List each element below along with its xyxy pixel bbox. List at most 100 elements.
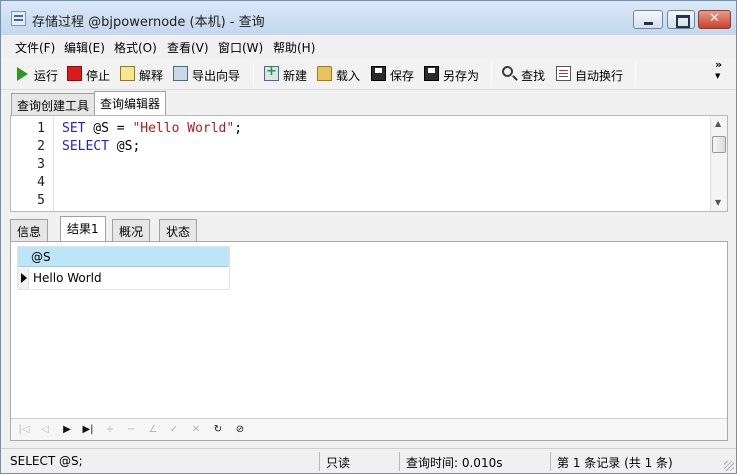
stop-refresh-icon[interactable]: ⊘: [233, 423, 247, 437]
table-cell[interactable]: Hello World: [33, 271, 102, 285]
discard-changes-icon[interactable]: ✕: [189, 423, 203, 437]
editor-tab-strip: 查询创建工具 查询编辑器: [1, 90, 736, 115]
explain-icon: [120, 66, 135, 81]
apply-changes-icon[interactable]: ✓: [167, 423, 181, 437]
menu-bar: 文件(F) 编辑(E) 格式(O) 查看(V) 窗口(W) 帮助(H): [1, 35, 736, 57]
maximize-button[interactable]: [667, 10, 695, 29]
export-wizard-icon: [173, 66, 188, 81]
sql-editor[interactable]: 1 2 3 4 5 SET @S = "Hello World"; SELECT…: [10, 115, 728, 212]
menu-format[interactable]: 格式(O): [114, 39, 157, 56]
chevron-double-right-icon: »: [715, 58, 723, 71]
tab-info[interactable]: 信息: [10, 219, 49, 241]
table-row[interactable]: Hello World: [18, 268, 229, 289]
find-label: 查找: [521, 69, 546, 83]
edit-record-icon[interactable]: ∠: [146, 423, 160, 437]
menu-help[interactable]: 帮助(H): [273, 39, 315, 56]
window-title: 存储过程 @bjpowernode (本机) - 查询: [32, 15, 265, 30]
code-line-1: SET @S = "Hello World";: [62, 121, 242, 136]
toolbar: 运行 停止 解释 导出向导 新建 载入 保存 另存为: [1, 58, 736, 90]
query-window: 存储过程 @bjpowernode (本机) - 查询 文件(F) 编辑(E) …: [0, 0, 737, 474]
current-row-arrow-icon: [18, 268, 29, 289]
status-bar: SELECT @S; 只读 查询时间: 0.010s 第 1 条记录 (共 1 …: [1, 448, 736, 473]
column-header-label: @S: [31, 250, 51, 264]
save-icon: [371, 66, 386, 81]
line-number: 3: [37, 157, 45, 172]
scroll-up-icon[interactable]: ▲: [715, 119, 721, 128]
results-panel: @S Hello World |◁ ◁ ▶ ▶| + − ∠ ✓ ✕ ↻ ⊘: [10, 241, 728, 441]
sql-terminator: ;: [234, 121, 243, 136]
add-record-icon[interactable]: +: [103, 423, 117, 437]
export-wizard-button[interactable]: 导出向导: [173, 66, 245, 84]
line-number: 1: [37, 121, 45, 136]
sql-string-literal: "Hello World": [132, 121, 235, 136]
run-label: 运行: [34, 69, 59, 83]
status-query-time: 查询时间: 0.010s: [406, 456, 503, 470]
minimize-button[interactable]: [633, 10, 663, 29]
tab-profile[interactable]: 概况: [112, 219, 151, 241]
tab-query-editor[interactable]: 查询编辑器: [94, 91, 167, 115]
first-record-icon[interactable]: |◁: [17, 423, 31, 437]
status-separator: [399, 452, 400, 471]
tab-result1[interactable]: 结果1: [60, 216, 106, 242]
search-icon: [502, 66, 513, 77]
stop-icon: [67, 66, 82, 81]
status-separator: [319, 452, 320, 471]
code-line-2: SELECT @S;: [62, 139, 140, 154]
line-number-gutter: 1 2 3 4 5: [11, 116, 54, 211]
explain-label: 解释: [139, 69, 164, 83]
line-number: 5: [37, 193, 45, 208]
status-sql: SELECT @S;: [10, 454, 83, 468]
save-button[interactable]: 保存: [371, 66, 417, 84]
save-as-icon: [424, 66, 439, 81]
status-separator: [550, 452, 551, 471]
resize-grip-icon[interactable]: [724, 461, 734, 471]
status-readonly: 只读: [326, 456, 351, 470]
menu-edit[interactable]: 编辑(E): [64, 39, 105, 56]
folder-icon: [317, 66, 332, 81]
line-number: 2: [37, 139, 45, 154]
previous-record-icon[interactable]: ◁: [38, 423, 52, 437]
new-button[interactable]: 新建: [264, 64, 310, 84]
sql-keyword: SET: [62, 121, 86, 136]
save-as-label: 另存为: [443, 69, 480, 83]
scrollbar-thumb[interactable]: [712, 136, 726, 153]
menu-window[interactable]: 窗口(W): [218, 39, 263, 56]
run-icon: [17, 67, 28, 81]
stop-label: 停止: [86, 69, 111, 83]
toolbar-separator: [491, 63, 492, 85]
dropdown-arrow-icon: ▼: [715, 72, 721, 80]
scroll-down-icon[interactable]: ▼: [715, 198, 721, 207]
word-wrap-label: 自动换行: [575, 69, 624, 83]
toolbar-overflow-button[interactable]: » ▼: [715, 58, 723, 81]
load-button[interactable]: 载入: [317, 66, 363, 84]
query-window-icon: [11, 11, 26, 26]
line-number: 4: [37, 175, 45, 190]
result-grid: @S Hello World: [17, 246, 230, 290]
close-button[interactable]: [698, 10, 731, 29]
export-wizard-label: 导出向导: [192, 69, 241, 83]
word-wrap-button[interactable]: 自动换行: [556, 66, 628, 84]
delete-record-icon[interactable]: −: [124, 423, 138, 437]
menu-file[interactable]: 文件(F): [15, 39, 55, 56]
sql-expression: @S;: [108, 139, 141, 154]
last-record-icon[interactable]: ▶|: [81, 423, 95, 437]
sql-variable: @S =: [85, 121, 133, 136]
run-button[interactable]: 运行: [15, 66, 61, 84]
explain-button[interactable]: 解释: [120, 66, 166, 84]
record-navigator: |◁ ◁ ▶ ▶| + − ∠ ✓ ✕ ↻ ⊘: [11, 418, 727, 440]
title-bar: 存储过程 @bjpowernode (本机) - 查询: [1, 1, 736, 35]
new-label: 新建: [283, 69, 308, 83]
refresh-icon[interactable]: ↻: [211, 423, 225, 437]
column-header-s[interactable]: @S: [18, 247, 229, 267]
status-record-count: 第 1 条记录 (共 1 条): [557, 456, 673, 470]
menu-view[interactable]: 查看(V): [167, 39, 209, 56]
tab-query-builder[interactable]: 查询创建工具: [11, 93, 96, 115]
editor-scrollbar[interactable]: ▲ ▼: [710, 116, 727, 211]
tab-status[interactable]: 状态: [159, 219, 198, 241]
toolbar-separator: [635, 63, 636, 85]
next-record-icon[interactable]: ▶: [60, 423, 74, 437]
find-button[interactable]: 查找: [502, 66, 548, 84]
save-as-button[interactable]: 另存为: [424, 66, 482, 84]
word-wrap-icon: [556, 66, 571, 81]
stop-button[interactable]: 停止: [67, 66, 113, 84]
